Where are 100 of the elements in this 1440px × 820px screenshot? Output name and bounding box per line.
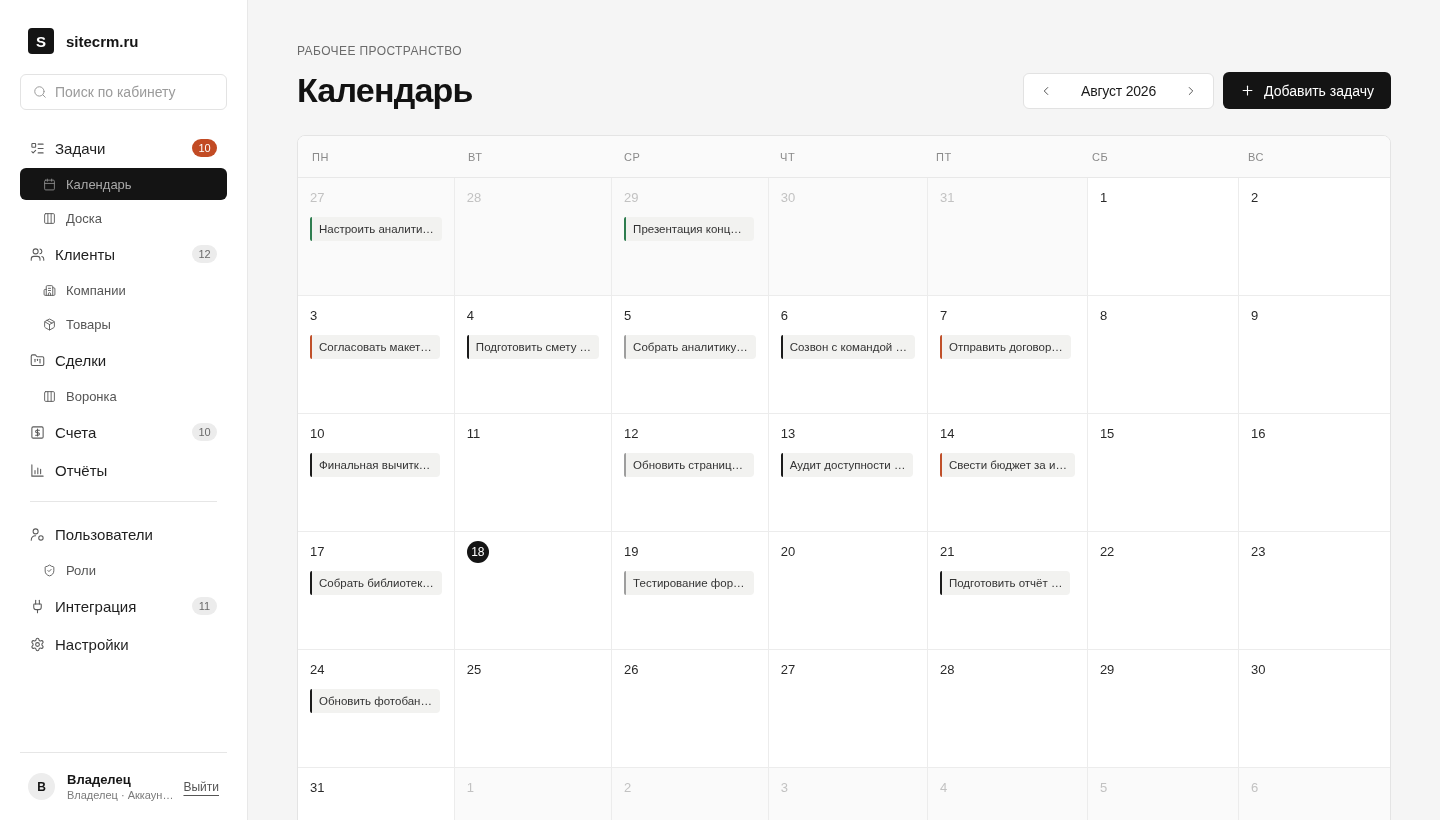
plug-icon xyxy=(30,598,45,614)
count-badge: 11 xyxy=(192,597,217,615)
task-item[interactable]: Обновить страниц… xyxy=(624,453,755,477)
day-number: 15 xyxy=(1099,425,1115,443)
day-number: 24 xyxy=(310,661,325,679)
day-number: 5 xyxy=(1099,779,1108,797)
day-number: 21 xyxy=(939,543,955,561)
task-item[interactable]: Настроить аналити… xyxy=(310,217,442,241)
user-name: Владелец xyxy=(67,772,132,787)
columns-icon xyxy=(43,211,56,225)
weekday-label: ВС xyxy=(1248,150,1265,163)
task-item[interactable]: Презентация конц… xyxy=(624,217,755,241)
task-item[interactable]: Аудит доступности … xyxy=(780,453,914,477)
task-item[interactable]: Свести бюджет за и… xyxy=(939,453,1075,477)
task-item[interactable]: Подготовить отчёт … xyxy=(939,571,1071,595)
day-number: 22 xyxy=(1099,543,1115,561)
add-task-button[interactable]: Добавить задачу xyxy=(1223,72,1391,109)
weekday-label: ВТ xyxy=(468,150,483,163)
day-number: 8 xyxy=(1099,307,1108,325)
task-item[interactable]: Отправить договор… xyxy=(939,335,1071,359)
weekday-label: ЧТ xyxy=(780,150,796,163)
nav-item[interactable]: Календарь xyxy=(20,168,227,200)
nav-item[interactable]: Роли xyxy=(20,554,106,586)
weekday-label: ПН xyxy=(312,150,330,163)
day-number: 20 xyxy=(780,543,796,561)
account-subtitle: Владелец · Аккаун… xyxy=(67,789,172,801)
logout-link[interactable]: Выйти xyxy=(183,779,219,794)
columns-icon xyxy=(43,389,56,403)
user-avatar: В xyxy=(28,773,55,800)
task-item[interactable]: Тестирование фор… xyxy=(624,571,755,595)
day-number: 27 xyxy=(780,661,796,679)
nav-item[interactable]: Настройки xyxy=(20,626,139,662)
day-number: 1 xyxy=(466,779,475,797)
logo: S xyxy=(28,28,54,54)
day-number: 30 xyxy=(1250,661,1266,679)
nav-item[interactable]: Сделки xyxy=(20,342,117,378)
calendar-icon xyxy=(43,177,56,191)
nav-item[interactable]: Доска xyxy=(20,202,112,234)
day-number: 29 xyxy=(624,189,639,207)
day-number: 3 xyxy=(780,779,788,797)
cube-icon xyxy=(43,317,56,331)
count-badge: 12 xyxy=(192,245,217,263)
checklist-icon xyxy=(30,140,45,156)
task-item[interactable]: Подготовить смету … xyxy=(466,335,600,359)
nav-item[interactable]: Интеграция xyxy=(20,588,147,624)
day-number: 31 xyxy=(939,189,955,207)
day-number: 16 xyxy=(1250,425,1266,443)
nav-item[interactable]: Задачи xyxy=(20,130,116,166)
today-marker: 18 xyxy=(466,541,489,563)
building-icon xyxy=(43,283,56,297)
nav-item[interactable]: Компании xyxy=(20,274,136,306)
folder-icon xyxy=(30,352,45,368)
day-number: 3 xyxy=(310,307,318,325)
day-number: 1 xyxy=(1099,189,1108,207)
weekday-label: СР xyxy=(624,150,641,163)
nav-item[interactable]: Счета xyxy=(20,414,107,450)
task-item[interactable]: Финальная вычитк… xyxy=(310,453,440,477)
shield-check-icon xyxy=(43,563,56,577)
day-number: 6 xyxy=(1250,779,1259,797)
day-number: 17 xyxy=(310,543,325,561)
day-number: 28 xyxy=(939,661,955,679)
bar-chart-icon xyxy=(30,462,45,478)
task-item[interactable]: Созвон с командой … xyxy=(780,335,915,359)
day-number: 25 xyxy=(466,661,482,679)
day-number: 10 xyxy=(310,425,325,443)
month-label: Август 2026 xyxy=(1081,82,1156,99)
day-number: 23 xyxy=(1250,543,1266,561)
count-badge: 10 xyxy=(192,423,217,441)
user-icon xyxy=(30,526,45,542)
day-number: 19 xyxy=(624,543,639,561)
nav-item[interactable]: Воронка xyxy=(20,380,127,412)
task-item[interactable]: Согласовать макет… xyxy=(310,335,440,359)
nav-item[interactable]: Клиенты xyxy=(20,236,126,272)
task-item[interactable]: Обновить фотобан… xyxy=(310,689,440,713)
day-number: 11 xyxy=(466,425,481,443)
plus-icon xyxy=(1240,83,1256,98)
nav-item[interactable]: Отчёты xyxy=(20,452,118,488)
day-number: 12 xyxy=(624,425,639,443)
nav-item[interactable]: Товары xyxy=(20,308,121,340)
day-number: 29 xyxy=(1099,661,1115,679)
day-number: 9 xyxy=(1250,307,1259,325)
brand-name: sitecrm.ru xyxy=(66,32,139,50)
settings-icon xyxy=(30,636,45,652)
task-item[interactable]: Собрать библиотек… xyxy=(310,571,442,595)
day-number: 4 xyxy=(466,307,475,325)
users-icon xyxy=(30,246,45,262)
search-icon xyxy=(33,85,47,99)
day-number: 14 xyxy=(939,425,955,443)
nav-item[interactable]: Пользователи xyxy=(20,516,163,552)
search-field[interactable]: Поиск по кабинету xyxy=(20,74,227,110)
day-number: 4 xyxy=(939,779,948,797)
day-number: 28 xyxy=(466,189,482,207)
day-number: 7 xyxy=(939,307,948,325)
dollar-square-icon xyxy=(30,424,45,440)
task-item[interactable]: Собрать аналитику… xyxy=(624,335,756,359)
day-number: 13 xyxy=(780,425,796,443)
day-number: 31 xyxy=(310,779,325,797)
weekday-label: СБ xyxy=(1092,150,1109,163)
day-number: 2 xyxy=(1250,189,1259,207)
section-label: РАБОЧЕЕ ПРОСТРАНСТВО xyxy=(297,44,464,58)
